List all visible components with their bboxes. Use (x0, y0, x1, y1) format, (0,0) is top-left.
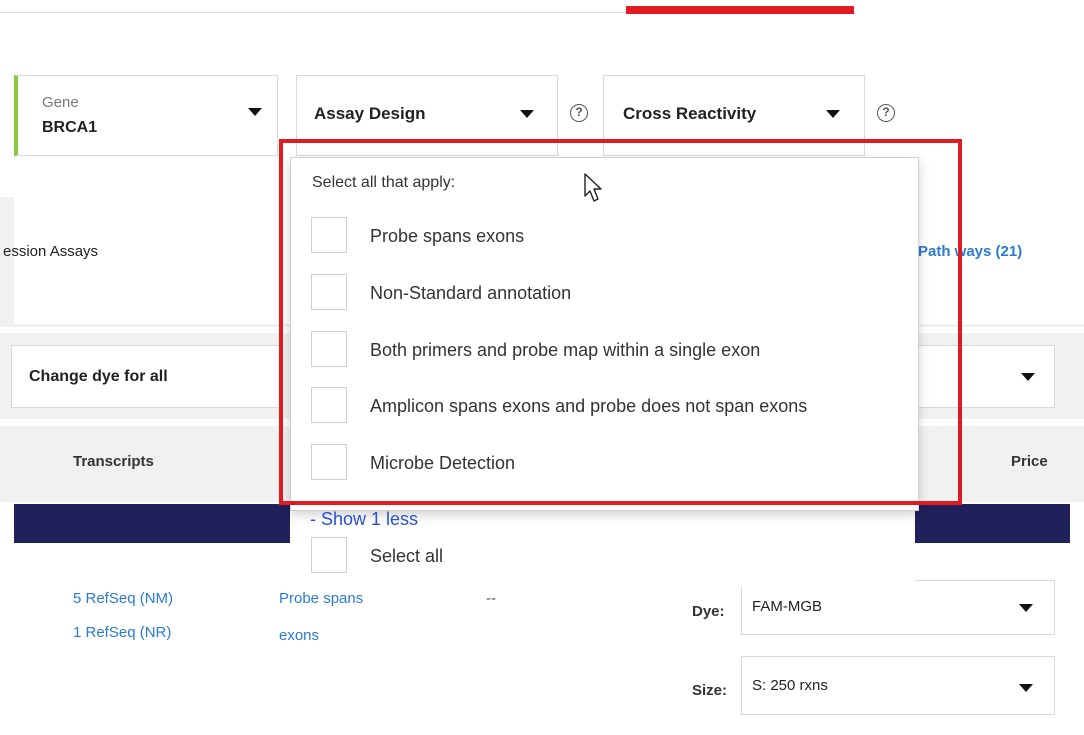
change-dye-label: Change dye for all (29, 368, 168, 385)
highlight-annotation (279, 139, 962, 505)
select-all-checkbox[interactable] (311, 537, 347, 573)
chevron-down-icon (248, 108, 262, 116)
size-select[interactable]: S: 250 rxns (741, 656, 1055, 715)
size-value: S: 250 rxns (752, 677, 828, 694)
dye-value: FAM-MGB (752, 598, 822, 615)
tab-expression-assays[interactable]: ession Assays (3, 243, 98, 260)
probe-spans-link[interactable]: Probe spans (279, 590, 363, 607)
assay-design-label: Assay Design (314, 104, 426, 123)
help-circle-icon[interactable]: ? (877, 104, 895, 122)
chevron-down-icon (1019, 684, 1033, 692)
cross-reactivity-label: Cross Reactivity (623, 104, 757, 123)
gene-filter-select[interactable]: Gene BRCA1 (14, 75, 278, 156)
gene-caption: Gene (42, 94, 79, 111)
column-header-transcripts: Transcripts (73, 453, 154, 470)
chevron-down-icon (1019, 604, 1033, 612)
change-dye-select[interactable]: Change dye for all (11, 345, 281, 408)
select-all-label[interactable]: Select all (370, 546, 443, 567)
gene-value: BRCA1 (42, 119, 98, 136)
active-tab-indicator (626, 6, 854, 14)
chevron-down-icon (520, 110, 534, 118)
empty-value: -- (486, 590, 496, 607)
size-label: Size: (692, 682, 728, 699)
probe-spans-link-line2[interactable]: exons (279, 627, 319, 644)
transcript-link-nr[interactable]: 1 RefSeq (NR) (73, 624, 171, 641)
chevron-down-icon (826, 110, 840, 118)
mouse-pointer-icon (584, 173, 602, 202)
column-header-price: Price (1011, 453, 1048, 470)
transcript-link-nm[interactable]: 5 RefSeq (NM) (73, 590, 173, 607)
dye-label: Dye: (692, 603, 725, 620)
help-circle-icon[interactable]: ? (570, 104, 588, 122)
show-less-link[interactable]: - Show 1 less (310, 509, 418, 530)
chevron-down-icon (1021, 373, 1035, 381)
dye-select[interactable]: FAM-MGB (741, 580, 1055, 635)
